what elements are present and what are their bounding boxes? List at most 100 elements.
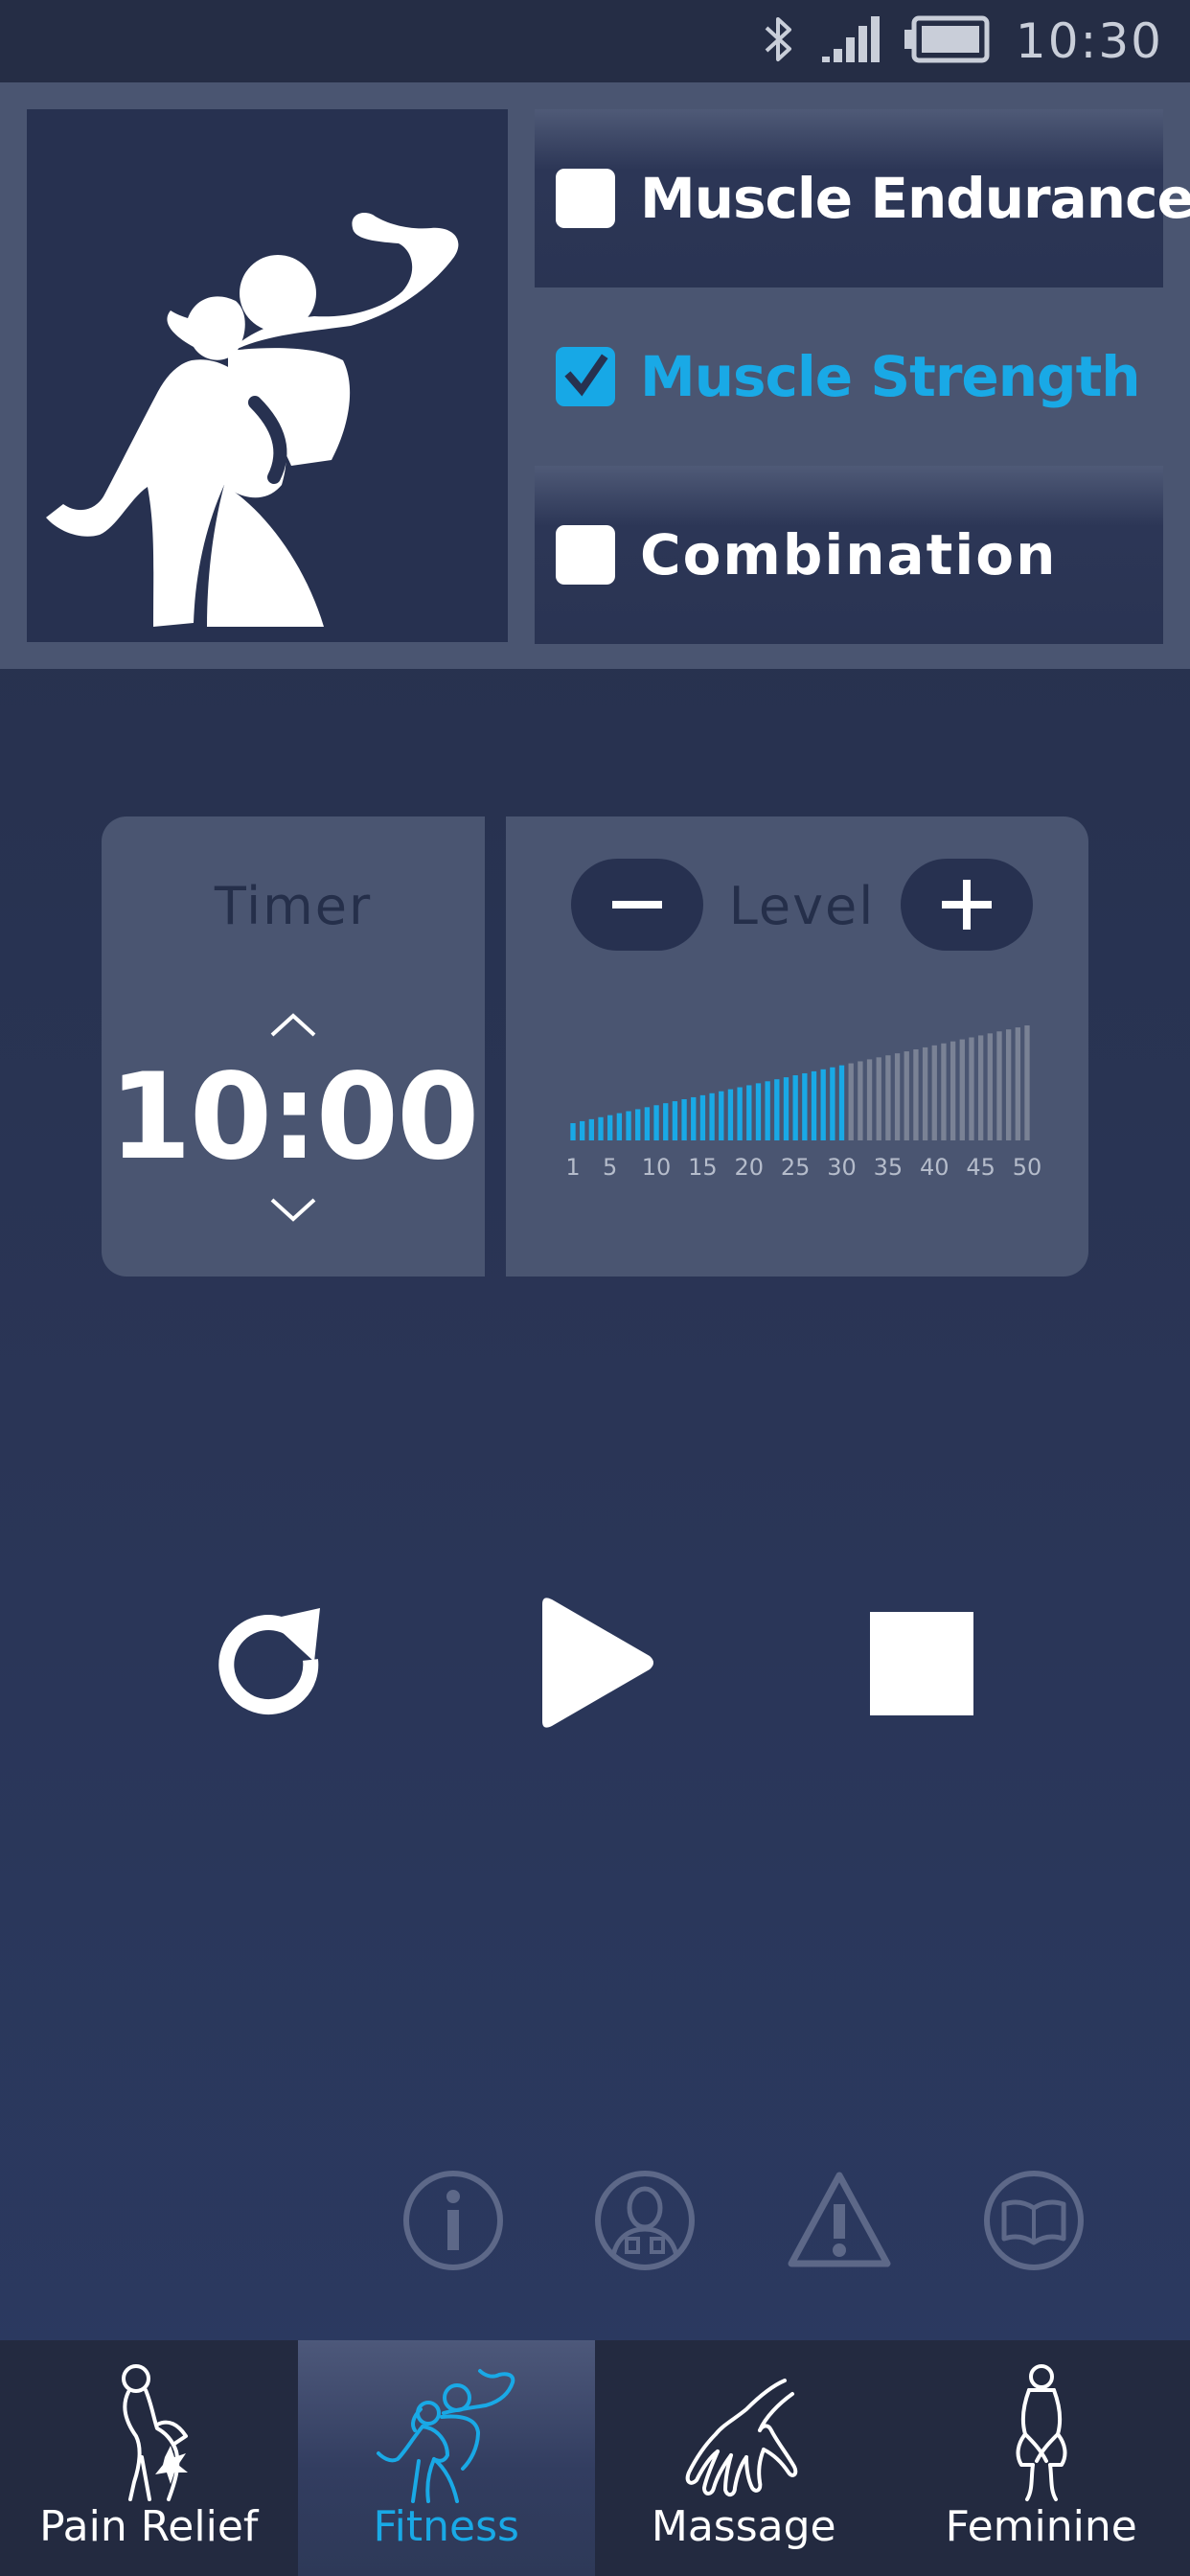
mode-option-muscle-strength[interactable]: Muscle Strength [535,288,1163,466]
level-bar-gauge[interactable]: 1 5 10 15 20 25 30 35 40 45 50 [563,1025,1042,1179]
level-panel: Level 1 5 10 15 20 25 30 35 40 45 50 [506,816,1088,1276]
level-bar [580,1120,585,1140]
level-scale-label: 45 [966,1154,995,1179]
level-bar [699,1094,706,1140]
level-scale-label: 50 [1013,1154,1042,1179]
level-bar [904,1051,909,1140]
level-bar [653,1105,659,1140]
level-bar [737,1087,743,1140]
level-bar [830,1067,835,1140]
bluetooth-icon [763,14,795,68]
mode-label-muscle-endurance: Muscle Endurance [640,166,1190,231]
level-increase-button[interactable] [901,859,1033,951]
plus-icon [942,880,992,930]
level-bar [802,1072,808,1140]
level-bar [792,1075,798,1140]
restart-icon[interactable] [209,1604,330,1725]
app-screen: 10:30 Muscle Endurance Muscle Strength C… [0,0,1190,2576]
level-bar [746,1085,752,1140]
level-bar [922,1046,928,1140]
stop-icon[interactable] [870,1612,973,1715]
level-decrease-button[interactable] [571,859,703,951]
level-bar [626,1111,631,1140]
level-scale-label: 15 [688,1154,718,1179]
level-bar [644,1107,651,1140]
level-bar [663,1103,669,1140]
timer-title: Timer [214,876,373,936]
playback-controls [0,1572,1190,1735]
level-bar [820,1069,826,1140]
timer-panel: Timer 10:00 [102,816,485,1276]
nav-label-pain-relief: Pain Relief [39,2502,259,2551]
level-bar [987,1033,993,1140]
chevron-up-icon[interactable] [263,1004,324,1043]
level-bar [959,1039,965,1140]
level-scale-label: 25 [781,1154,811,1179]
info-icon-row [0,2168,1190,2273]
level-scale-label: 20 [735,1154,765,1179]
level-bar [616,1113,623,1140]
level-bar [866,1059,873,1140]
play-icon[interactable] [531,1591,657,1735]
level-bar [570,1123,576,1140]
level-bar [913,1048,919,1140]
level-bar [977,1035,984,1140]
nav-label-massage: Massage [651,2502,836,2551]
control-card: Timer 10:00 Level 1 5 10 15 20 25 30 35 … [102,816,1088,1276]
level-bar [996,1031,1002,1140]
fitness-icon [376,2369,515,2503]
mode-panel: Muscle Endurance Muscle Strength Combina… [0,82,1190,669]
level-bar [709,1092,715,1140]
warning-icon[interactable] [786,2168,893,2273]
level-bar [1015,1027,1020,1140]
level-bar [681,1099,687,1140]
mode-label-muscle-strength: Muscle Strength [640,344,1141,409]
level-bar [941,1043,947,1140]
level-bar [727,1089,734,1140]
level-scale-label: 5 [603,1154,617,1179]
fitness-couple-icon [27,109,508,642]
level-bar [598,1116,604,1140]
level-bar [811,1070,817,1140]
level-bar [858,1061,863,1140]
status-bar: 10:30 [0,0,1190,82]
level-scale-label: 1 [565,1154,580,1179]
level-scale-label: 35 [874,1154,904,1179]
level-bar [635,1109,641,1140]
level-bar [719,1091,724,1140]
massage-icon [685,2379,798,2496]
level-bar [885,1055,891,1140]
level-bar [1024,1025,1030,1140]
level-bar [931,1045,937,1140]
status-time: 10:30 [1015,13,1163,69]
info-icon[interactable] [400,2168,506,2273]
checkbox-unchecked-icon[interactable] [556,525,615,585]
manual-book-icon[interactable] [981,2168,1087,2273]
level-bar [588,1118,595,1140]
nav-item-fitness[interactable]: Fitness [297,2340,595,2576]
bottom-navigation: Pain Relief Fitness Massage Feminine [0,2340,1190,2576]
mode-option-combination[interactable]: Combination [535,466,1163,644]
level-scale-label: 40 [920,1154,950,1179]
checkbox-checked-icon[interactable] [556,347,615,406]
level-bar [1005,1029,1012,1140]
mode-label-combination: Combination [640,522,1058,587]
level-bar [672,1101,678,1140]
timer-value: 10:00 [108,1048,480,1186]
level-bar [765,1081,770,1140]
nav-item-massage[interactable]: Massage [595,2340,893,2576]
checkbox-unchecked-icon[interactable] [556,169,615,228]
chevron-down-icon[interactable] [263,1192,324,1230]
signal-icon [820,14,880,68]
feminine-icon [1016,2364,1067,2501]
level-bar [755,1083,762,1140]
level-bar [774,1079,780,1140]
nav-item-feminine[interactable]: Feminine [893,2340,1190,2576]
nav-label-feminine: Feminine [945,2502,1137,2551]
user-pads-icon[interactable] [592,2168,698,2273]
nav-item-pain-relief[interactable]: Pain Relief [0,2340,298,2576]
level-scale-label: 30 [827,1154,857,1179]
minus-icon [612,901,662,908]
level-bar [848,1063,854,1140]
mode-option-muscle-endurance[interactable]: Muscle Endurance [535,109,1190,288]
